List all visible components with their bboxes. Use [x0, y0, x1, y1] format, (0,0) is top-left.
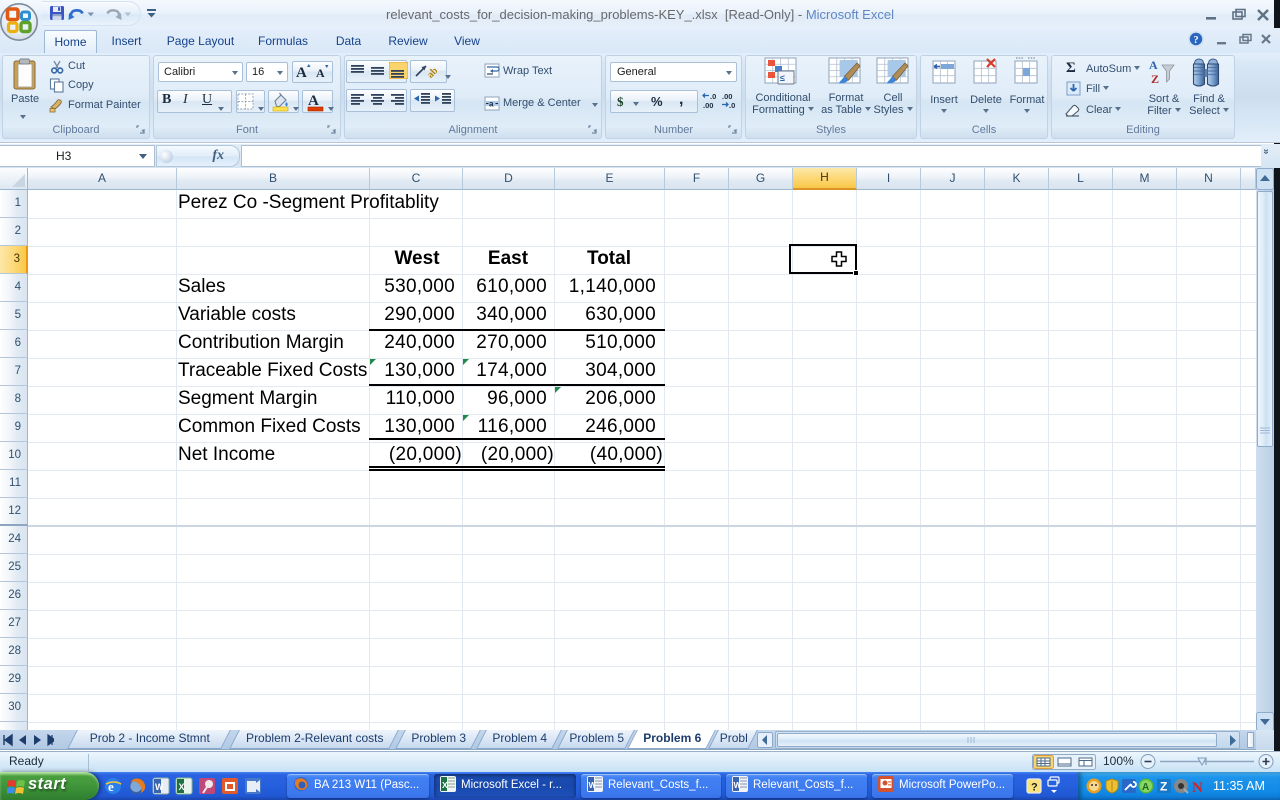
svg-text:?: ? [1193, 35, 1198, 46]
svg-text:.0: .0 [710, 92, 716, 101]
svg-text:Z: Z [1151, 72, 1159, 86]
svg-text:X: X [442, 780, 448, 790]
svg-text:Z: Z [1160, 780, 1167, 794]
svg-text:a: a [489, 100, 494, 109]
svg-text:.00: .00 [722, 92, 732, 101]
svg-text:.00: .00 [703, 101, 713, 110]
svg-text:A: A [308, 93, 319, 109]
svg-text:N: N [1192, 780, 1203, 794]
svg-text:≤: ≤ [780, 73, 785, 83]
svg-text:ab: ab [425, 65, 441, 81]
svg-text:A: A [1149, 58, 1158, 72]
svg-text:A: A [316, 66, 325, 80]
svg-text:W: W [155, 782, 164, 792]
svg-text:.0: .0 [729, 101, 735, 110]
svg-text:A: A [1142, 782, 1149, 793]
svg-text:A: A [296, 65, 307, 81]
svg-text:X: X [179, 782, 185, 792]
svg-text:?: ? [1031, 782, 1038, 794]
